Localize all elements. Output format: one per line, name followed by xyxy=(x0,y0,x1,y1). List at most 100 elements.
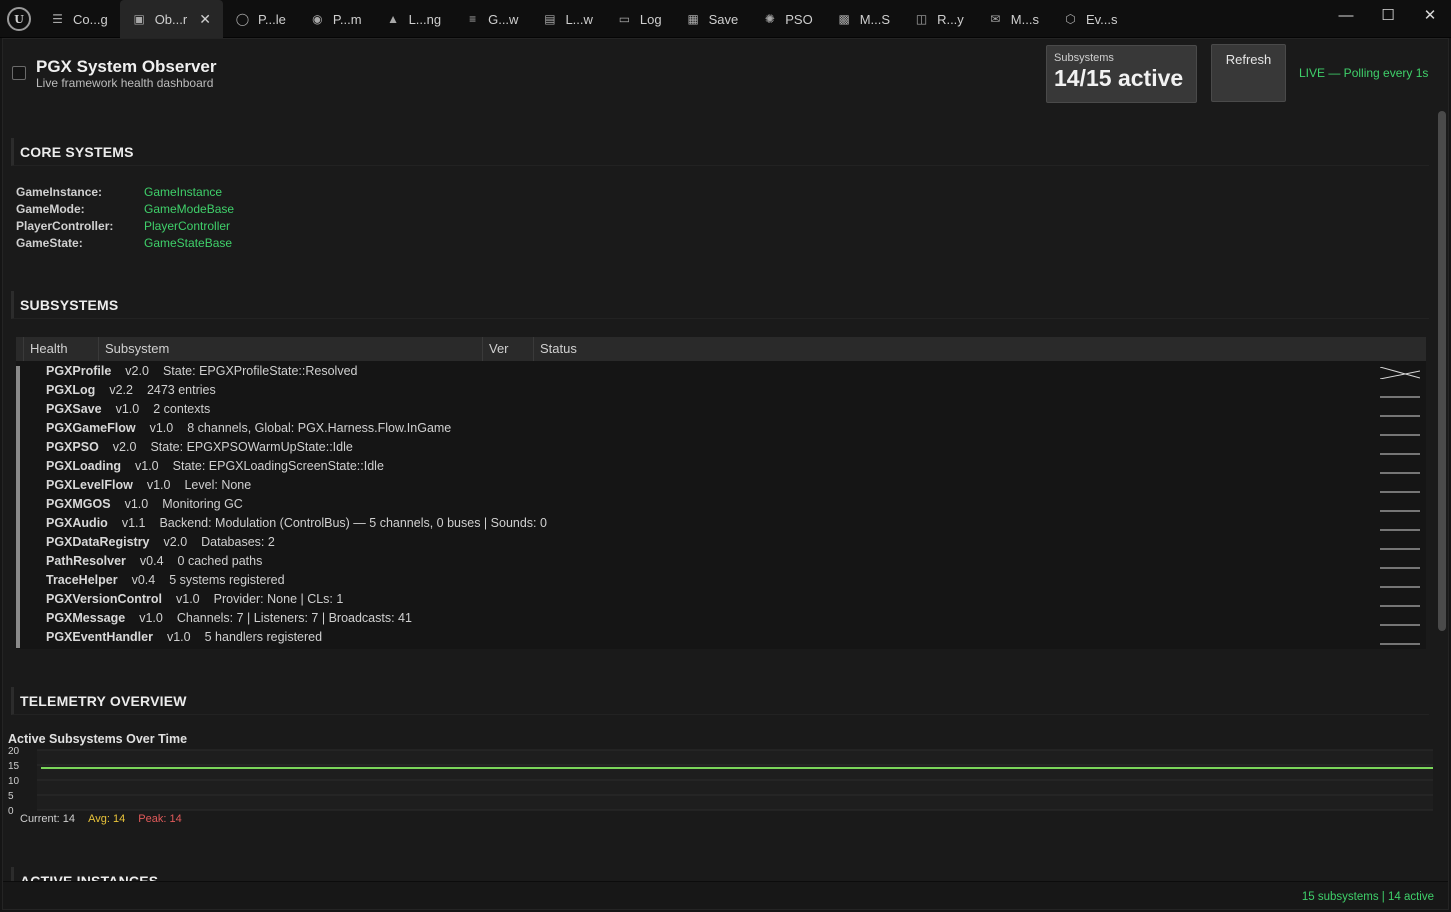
close-tab-icon[interactable]: ✕ xyxy=(199,11,211,28)
table-row[interactable]: PGXLog v2.2 2473 entries xyxy=(46,383,216,402)
tab-config[interactable]: ☰ Co...g xyxy=(38,0,120,38)
tab-pso[interactable]: ✺ PSO xyxy=(750,0,824,38)
tab-label: P...m xyxy=(332,11,362,27)
subsystem-name: PGXGameFlow xyxy=(46,421,136,435)
tab-label: PSO xyxy=(785,11,813,27)
subsystem-version: v1.0 xyxy=(139,611,163,625)
subsystem-name: PGXSave xyxy=(46,402,102,416)
subsystem-status: State: EPGXProfileState::Resolved xyxy=(162,364,358,378)
tab-label: Save xyxy=(708,11,739,27)
tab-observer[interactable]: ▣ Ob...r ✕ xyxy=(119,0,223,38)
dashboard-scroll-area[interactable]: CORE SYSTEMS GameInstance: GameInstance Ga… xyxy=(3,109,1435,881)
subsystem-name: TraceHelper xyxy=(46,573,118,587)
table-row[interactable]: PGXPSO v2.0 State: EPGXPSOWarmUpState::Idl… xyxy=(46,440,353,459)
section-telemetry: TELEMETRY OVERVIEW xyxy=(11,687,1429,715)
tab-label: M...s xyxy=(1010,11,1039,27)
table-row[interactable]: PGXLoading v1.0 State: EPGXLoadingScreenSt… xyxy=(46,459,384,478)
subsystem-status: 2 contexts xyxy=(153,402,211,416)
app-logo-icon[interactable]: U xyxy=(0,0,38,38)
health-sparkline xyxy=(1380,605,1420,607)
subsystem-version: v2.0 xyxy=(112,440,137,454)
table-row[interactable]: PGXMessage v1.0 Channels: 7 | Listeners: 7… xyxy=(46,611,412,630)
tab-label: P...le xyxy=(257,11,286,27)
table-row[interactable]: PGXAudio v1.1 Backend: Modulation (Control… xyxy=(46,516,547,535)
tab-messages[interactable]: ✉ M...s xyxy=(976,0,1051,38)
core-system-key: PlayerController: xyxy=(16,219,114,233)
table-row[interactable]: PGXVersionControl v1.0 Provider: None | CL… xyxy=(46,592,343,611)
minimize-icon[interactable]: — xyxy=(1325,0,1367,30)
column-subsystem[interactable]: Subsystem xyxy=(98,337,482,361)
column-ver[interactable]: Ver xyxy=(482,337,533,361)
subsystem-version: v1.0 xyxy=(146,478,171,492)
subsystem-status: Channels: 7 | Listeners: 7 | Broadcasts:… xyxy=(176,611,412,625)
y-tick-label: 0 xyxy=(8,806,14,817)
health-sparkline xyxy=(1380,567,1420,569)
health-sparkline xyxy=(1380,624,1420,626)
refresh-button[interactable]: Refresh xyxy=(1211,44,1286,102)
table-row[interactable]: PGXProfile v2.0 State: EPGXProfileState::R… xyxy=(46,364,357,383)
subsystem-status: 2473 entries xyxy=(146,383,216,397)
core-system-value: GameStateBase xyxy=(144,236,233,250)
tab-platform[interactable]: ◉ P...m xyxy=(298,0,374,38)
panel-header: PGX System Observer Live framework healt… xyxy=(3,39,1448,109)
live-status: LIVE — Polling every 1s xyxy=(1299,66,1429,80)
subsystem-version: v1.0 xyxy=(166,630,191,644)
chart-legend: Current: 14 Avg: 14 Peak: 14 xyxy=(20,813,182,825)
panel-checkbox[interactable] xyxy=(12,66,26,80)
core-system-key: GameMode: xyxy=(16,202,85,216)
health-sparkline xyxy=(1380,510,1420,512)
subsystem-status: Monitoring GC xyxy=(162,497,243,511)
core-system-value: GameModeBase xyxy=(144,202,235,216)
table-row[interactable]: PGXGameFlow v1.0 8 channels, Global: PGX.H… xyxy=(46,421,451,440)
subsystem-version: v2.2 xyxy=(109,383,133,397)
section-active-instances: ACTIVE INSTANCES xyxy=(11,867,1429,881)
subsystems-table: Health Subsystem Ver Status PGXProfile v2… xyxy=(16,337,1426,649)
tab-label: R...y xyxy=(937,11,964,27)
table-row[interactable]: PGXMGOS v1.0 Monitoring GC xyxy=(46,497,243,516)
tab-save[interactable]: ▦ Save xyxy=(674,0,751,38)
tab-events[interactable]: ⬡ Ev...s xyxy=(1051,0,1130,38)
maximize-icon[interactable]: ☐ xyxy=(1367,0,1409,30)
health-sparkline xyxy=(1380,434,1420,436)
stack-icon: ☰ xyxy=(52,12,63,26)
subsystem-name: PGXPSO xyxy=(46,440,99,454)
log-icon: ▭ xyxy=(618,12,631,26)
tab-log[interactable]: ▭ Log xyxy=(605,0,674,38)
subsystem-status: 5 systems registered xyxy=(169,573,285,587)
flow-icon: ≡ xyxy=(469,12,477,26)
table-row[interactable]: PGXSave v1.0 2 contexts xyxy=(46,402,210,421)
subsystem-version: v2.0 xyxy=(125,364,149,378)
vertical-scrollbar[interactable] xyxy=(1438,111,1446,631)
tab-gameflow[interactable]: ≡ G...w xyxy=(453,0,530,38)
table-row[interactable]: TraceHelper v0.4 5 systems registered xyxy=(46,573,285,592)
loading-icon: ▲ xyxy=(387,12,399,26)
subsystem-status: Level: None xyxy=(184,478,252,492)
active-subsystems-chart: 20 15 10 5 0 xyxy=(8,747,1433,817)
table-row[interactable]: PGXLevelFlow v1.0 Level: None xyxy=(46,478,251,497)
table-row[interactable]: PathResolver v0.4 0 cached paths xyxy=(46,554,262,573)
column-health[interactable]: Health xyxy=(23,337,98,361)
subsystem-version: v1.1 xyxy=(121,516,146,530)
close-window-icon[interactable]: ✕ xyxy=(1409,0,1451,30)
table-row[interactable]: PGXEventHandler v1.0 5 handlers registered xyxy=(46,630,322,649)
health-sparkline xyxy=(1380,396,1420,398)
observer-panel: PGX System Observer Live framework healt… xyxy=(2,38,1449,910)
subsystem-name: PGXAudio xyxy=(46,516,108,530)
tab-label: Ob...r xyxy=(154,11,188,27)
core-system-key: GameState: xyxy=(16,236,83,250)
column-status[interactable]: Status xyxy=(533,337,1426,361)
tab-registry[interactable]: ◫ R...y xyxy=(902,0,976,38)
window-controls: — ☐ ✕ xyxy=(1325,0,1451,30)
table-body: PGXProfile v2.0 State: EPGXProfileState::R… xyxy=(16,362,1426,648)
section-title: CORE SYSTEMS xyxy=(20,144,134,160)
subsystem-version: v2.0 xyxy=(163,535,188,549)
subsystem-name: PGXEventHandler xyxy=(46,630,153,644)
tab-levelflow[interactable]: ▤ L...w xyxy=(530,0,604,38)
tab-mgos[interactable]: ▩ M...S xyxy=(825,0,902,38)
table-header: Health Subsystem Ver Status xyxy=(16,337,1426,361)
levels-icon: ▤ xyxy=(544,12,556,26)
save-icon: ▦ xyxy=(687,12,699,26)
tab-profile[interactable]: ◯ P...le xyxy=(223,0,298,38)
table-row[interactable]: PGXDataRegistry v2.0 Databases: 2 xyxy=(46,535,275,554)
tab-loading[interactable]: ▲ L...ng xyxy=(374,0,454,38)
